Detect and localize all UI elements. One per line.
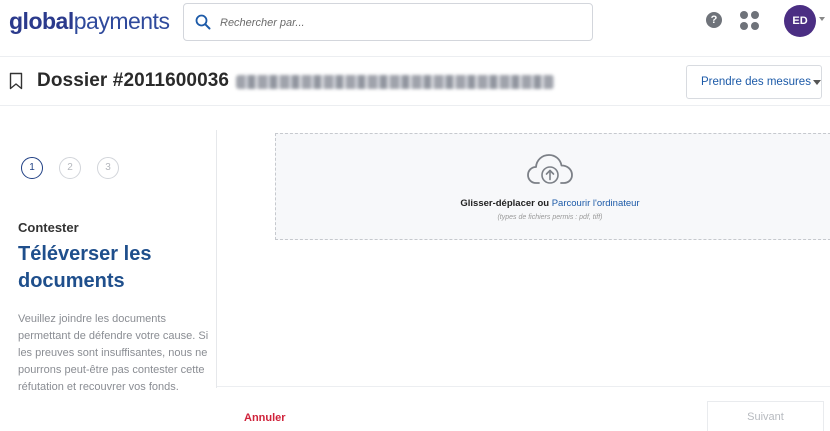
steps-panel: 1 2 3 Contester Téléverser les documents… <box>0 130 217 393</box>
bookmark-icon[interactable] <box>9 72 23 90</box>
browse-computer-link[interactable]: Parcourir l'ordinateur <box>552 198 640 209</box>
allowed-file-types: (types de fichiers permis : pdf, tiff) <box>497 214 603 221</box>
chevron-down-icon[interactable] <box>819 17 825 21</box>
search-icon <box>195 14 211 30</box>
case-title-bar: Dossier #2011600036 Prendre des mesures <box>0 56 830 106</box>
take-action-dropdown[interactable]: Prendre des mesures <box>686 65 822 99</box>
search-input[interactable] <box>220 13 580 33</box>
cloud-upload-icon <box>527 154 573 184</box>
globalpayments-logo[interactable]: globalpayments <box>9 8 170 34</box>
step-indicator-1: 1 <box>21 157 43 179</box>
search-box[interactable] <box>183 3 593 41</box>
user-avatar[interactable]: ED <box>784 5 816 37</box>
step-indicator-3: 3 <box>97 157 119 179</box>
file-dropzone[interactable]: Glisser-déplacer ou Parcourir l'ordinate… <box>275 133 830 240</box>
caret-down-icon <box>813 80 821 85</box>
page-title: Dossier #2011600036 <box>37 70 230 91</box>
logo-bold-text: global <box>9 8 74 34</box>
wizard-footer: Annuler Suivant <box>217 386 830 431</box>
step-indicator-2: 2 <box>59 157 81 179</box>
logo-regular-text: payments <box>73 8 170 34</box>
dropzone-instructions: Glisser-déplacer ou Parcourir l'ordinate… <box>276 198 824 209</box>
apps-grid-icon[interactable] <box>740 11 760 31</box>
cancel-button[interactable]: Annuler <box>244 412 286 424</box>
help-icon[interactable]: ? <box>706 12 722 28</box>
redacted-merchant-info <box>236 75 554 89</box>
top-bar: globalpayments ? ED <box>0 0 830 48</box>
step-kicker: Contester <box>18 220 79 235</box>
take-action-label: Prendre des mesures <box>701 76 811 88</box>
drag-drop-text: Glisser-déplacer ou <box>460 198 552 209</box>
next-button[interactable]: Suivant <box>707 401 824 431</box>
step-description: Veuillez joindre les documents permettan… <box>18 313 209 393</box>
step-heading: Téléverser les documents <box>18 243 152 292</box>
